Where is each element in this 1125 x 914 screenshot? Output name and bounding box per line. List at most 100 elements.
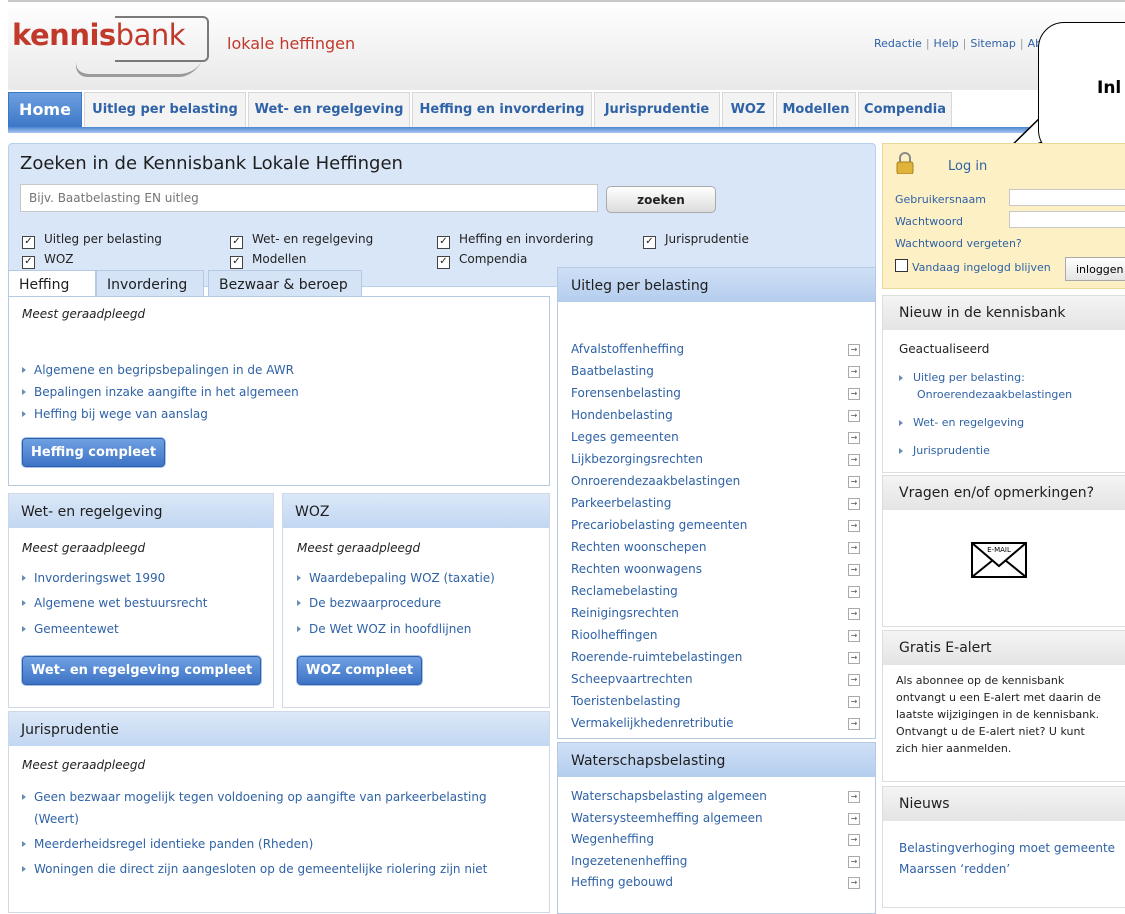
arrow-right-icon[interactable]: →	[848, 476, 860, 488]
list-item[interactable]: Algemene en begripsbepalingen in de AWR	[22, 363, 294, 377]
arrow-right-icon[interactable]: →	[848, 432, 860, 444]
arrow-right-icon[interactable]: →	[848, 608, 860, 620]
woz-complete-button[interactable]: WOZ compleet	[297, 656, 423, 685]
remember-me-checkbox[interactable]: Vandaag ingelogd blijven	[895, 259, 1051, 274]
uitleg-item[interactable]: Rioolheffingen	[571, 628, 658, 642]
forgot-password-link[interactable]: Wachtwoord vergeten?	[895, 237, 1022, 250]
checkbox-checked-icon[interactable]: ✓	[22, 256, 35, 269]
uitleg-item[interactable]: Hondenbelasting	[571, 408, 673, 422]
tab-wet[interactable]: Wet- en regelgeving	[248, 92, 410, 127]
uitleg-item[interactable]: Parkeerbelasting	[571, 496, 671, 510]
list-item[interactable]: Bepalingen inzake aangifte in het algeme…	[22, 385, 299, 399]
arrow-right-icon[interactable]: →	[848, 542, 860, 554]
list-item[interactable]: Invorderingswet 1990	[22, 571, 165, 585]
list-item[interactable]: Waardebepaling WOZ (taxatie)	[297, 571, 495, 585]
waterschap-item[interactable]: Heffing gebouwd	[571, 875, 673, 889]
heffing-complete-button[interactable]: Heffing compleet	[22, 438, 166, 467]
arrow-right-icon[interactable]: →	[848, 586, 860, 598]
tab-heffing[interactable]: Heffing en invordering	[412, 92, 592, 127]
checkbox-checked-icon[interactable]: ✓	[643, 236, 656, 249]
arrow-right-icon[interactable]: →	[848, 696, 860, 708]
password-field[interactable]	[1009, 211, 1125, 228]
arrow-right-icon[interactable]: →	[848, 388, 860, 400]
checkbox-icon[interactable]	[895, 259, 908, 272]
waterschap-item[interactable]: Waterschapsbelasting algemeen	[571, 789, 767, 803]
nieuws-item[interactable]: Belastingverhoging moet gemeente Maarsse…	[899, 838, 1115, 880]
list-item-continuation[interactable]: (Weert)	[34, 812, 79, 826]
arrow-right-icon[interactable]: →	[848, 652, 860, 664]
list-item[interactable]: Gemeentewet	[22, 622, 119, 636]
list-item[interactable]: De bezwaarprocedure	[297, 596, 441, 610]
uitleg-item[interactable]: Forensenbelasting	[571, 386, 681, 400]
filter-uitleg[interactable]: ✓ Uitleg per belasting	[22, 232, 162, 249]
uitleg-item[interactable]: Baatbelasting	[571, 364, 654, 378]
list-item[interactable]: Meerderheidsregel identieke panden (Rhed…	[22, 837, 313, 851]
uitleg-item[interactable]: Vermakelijkhedenretributie	[571, 716, 734, 730]
tab-jurisprudentie[interactable]: Jurisprudentie	[594, 92, 720, 127]
arrow-right-icon[interactable]: →	[848, 410, 860, 422]
uitleg-item[interactable]: Lijkbezorgingsrechten	[571, 452, 703, 466]
search-input[interactable]	[20, 184, 598, 212]
arrow-right-icon[interactable]: →	[848, 877, 860, 889]
arrow-right-icon[interactable]: →	[848, 812, 860, 825]
search-button[interactable]: zoeken	[606, 186, 716, 213]
uitleg-item[interactable]: Rechten woonwagens	[571, 562, 702, 576]
nieuw-item-uitleg[interactable]: Uitleg per belasting:	[899, 371, 1025, 384]
filter-jurisprudentie[interactable]: ✓ Jurisprudentie	[643, 232, 749, 249]
tab-invordering-sub[interactable]: Invordering	[96, 270, 204, 297]
arrow-right-icon[interactable]: →	[848, 834, 860, 846]
arrow-right-icon[interactable]: →	[848, 498, 860, 510]
checkbox-checked-icon[interactable]: ✓	[437, 256, 450, 269]
tab-heffing-sub[interactable]: Heffing	[8, 270, 96, 297]
wet-complete-button[interactable]: Wet- en regelgeving compleet	[22, 656, 262, 685]
list-item[interactable]: Woningen die direct zijn aangesloten op …	[22, 862, 487, 876]
checkbox-checked-icon[interactable]: ✓	[437, 236, 450, 249]
filter-woz[interactable]: ✓ WOZ	[22, 252, 74, 269]
list-item[interactable]: Heffing bij wege van aanslag	[22, 407, 208, 421]
login-button[interactable]: inloggen	[1065, 257, 1125, 281]
filter-compendia[interactable]: ✓ Compendia	[437, 252, 527, 269]
uitleg-item[interactable]: Onroerendezaakbelastingen	[571, 474, 740, 488]
filter-wet[interactable]: ✓ Wet- en regelgeving	[230, 232, 373, 249]
checkbox-checked-icon[interactable]: ✓	[230, 256, 243, 269]
arrow-right-icon[interactable]: →	[848, 791, 860, 803]
waterschap-item[interactable]: Wegenheffing	[571, 832, 654, 846]
list-item[interactable]: Geen bezwaar mogelijk tegen voldoening o…	[22, 790, 487, 804]
arrow-right-icon[interactable]: →	[848, 344, 860, 356]
kennisbank-logo[interactable]: kennisbank	[12, 16, 209, 77]
arrow-right-icon[interactable]: →	[848, 630, 860, 642]
uitleg-item[interactable]: Precariobelasting gemeenten	[571, 518, 747, 532]
arrow-right-icon[interactable]: →	[848, 855, 860, 868]
tab-modellen[interactable]: Modellen	[776, 92, 856, 127]
uitleg-item[interactable]: Reclamebelasting	[571, 584, 678, 598]
waterschap-item[interactable]: Watersysteemheffing algemeen	[571, 811, 763, 825]
uitleg-item[interactable]: Reinigingsrechten	[571, 606, 679, 620]
uitleg-item[interactable]: Leges gemeenten	[571, 430, 679, 444]
tab-bezwaar-sub[interactable]: Bezwaar & beroep	[208, 270, 362, 297]
arrow-right-icon[interactable]: →	[848, 454, 860, 466]
arrow-right-icon[interactable]: →	[848, 674, 860, 686]
link-help[interactable]: Help	[934, 37, 959, 50]
nieuw-item-wet[interactable]: Wet- en regelgeving	[899, 416, 1024, 429]
nieuw-item-jurisprudentie[interactable]: Jurisprudentie	[899, 444, 990, 457]
arrow-right-icon[interactable]: →	[848, 718, 860, 730]
checkbox-checked-icon[interactable]: ✓	[230, 236, 243, 249]
checkbox-checked-icon[interactable]: ✓	[22, 236, 35, 249]
uitleg-item[interactable]: Afvalstoffenheffing	[571, 342, 684, 356]
link-sitemap[interactable]: Sitemap	[970, 37, 1016, 50]
tab-woz[interactable]: WOZ	[722, 92, 774, 127]
waterschap-item[interactable]: Ingezetenenheffing	[571, 854, 687, 868]
link-redactie[interactable]: Redactie	[874, 37, 922, 50]
uitleg-item[interactable]: Scheepvaartrechten	[571, 672, 693, 686]
tab-compendia[interactable]: Compendia	[858, 92, 952, 127]
filter-modellen[interactable]: ✓ Modellen	[230, 252, 306, 269]
list-item[interactable]: Algemene wet bestuursrecht	[22, 596, 207, 610]
uitleg-item[interactable]: Roerende-ruimtebelastingen	[571, 650, 742, 664]
uitleg-item[interactable]: Rechten woonschepen	[571, 540, 706, 554]
tab-home[interactable]: Home	[8, 92, 82, 127]
list-item[interactable]: De Wet WOZ in hoofdlijnen	[297, 622, 471, 636]
uitleg-item[interactable]: Toeristenbelasting	[571, 694, 680, 708]
username-field[interactable]	[1009, 189, 1125, 206]
arrow-right-icon[interactable]: →	[848, 520, 860, 532]
arrow-right-icon[interactable]: →	[848, 366, 860, 378]
